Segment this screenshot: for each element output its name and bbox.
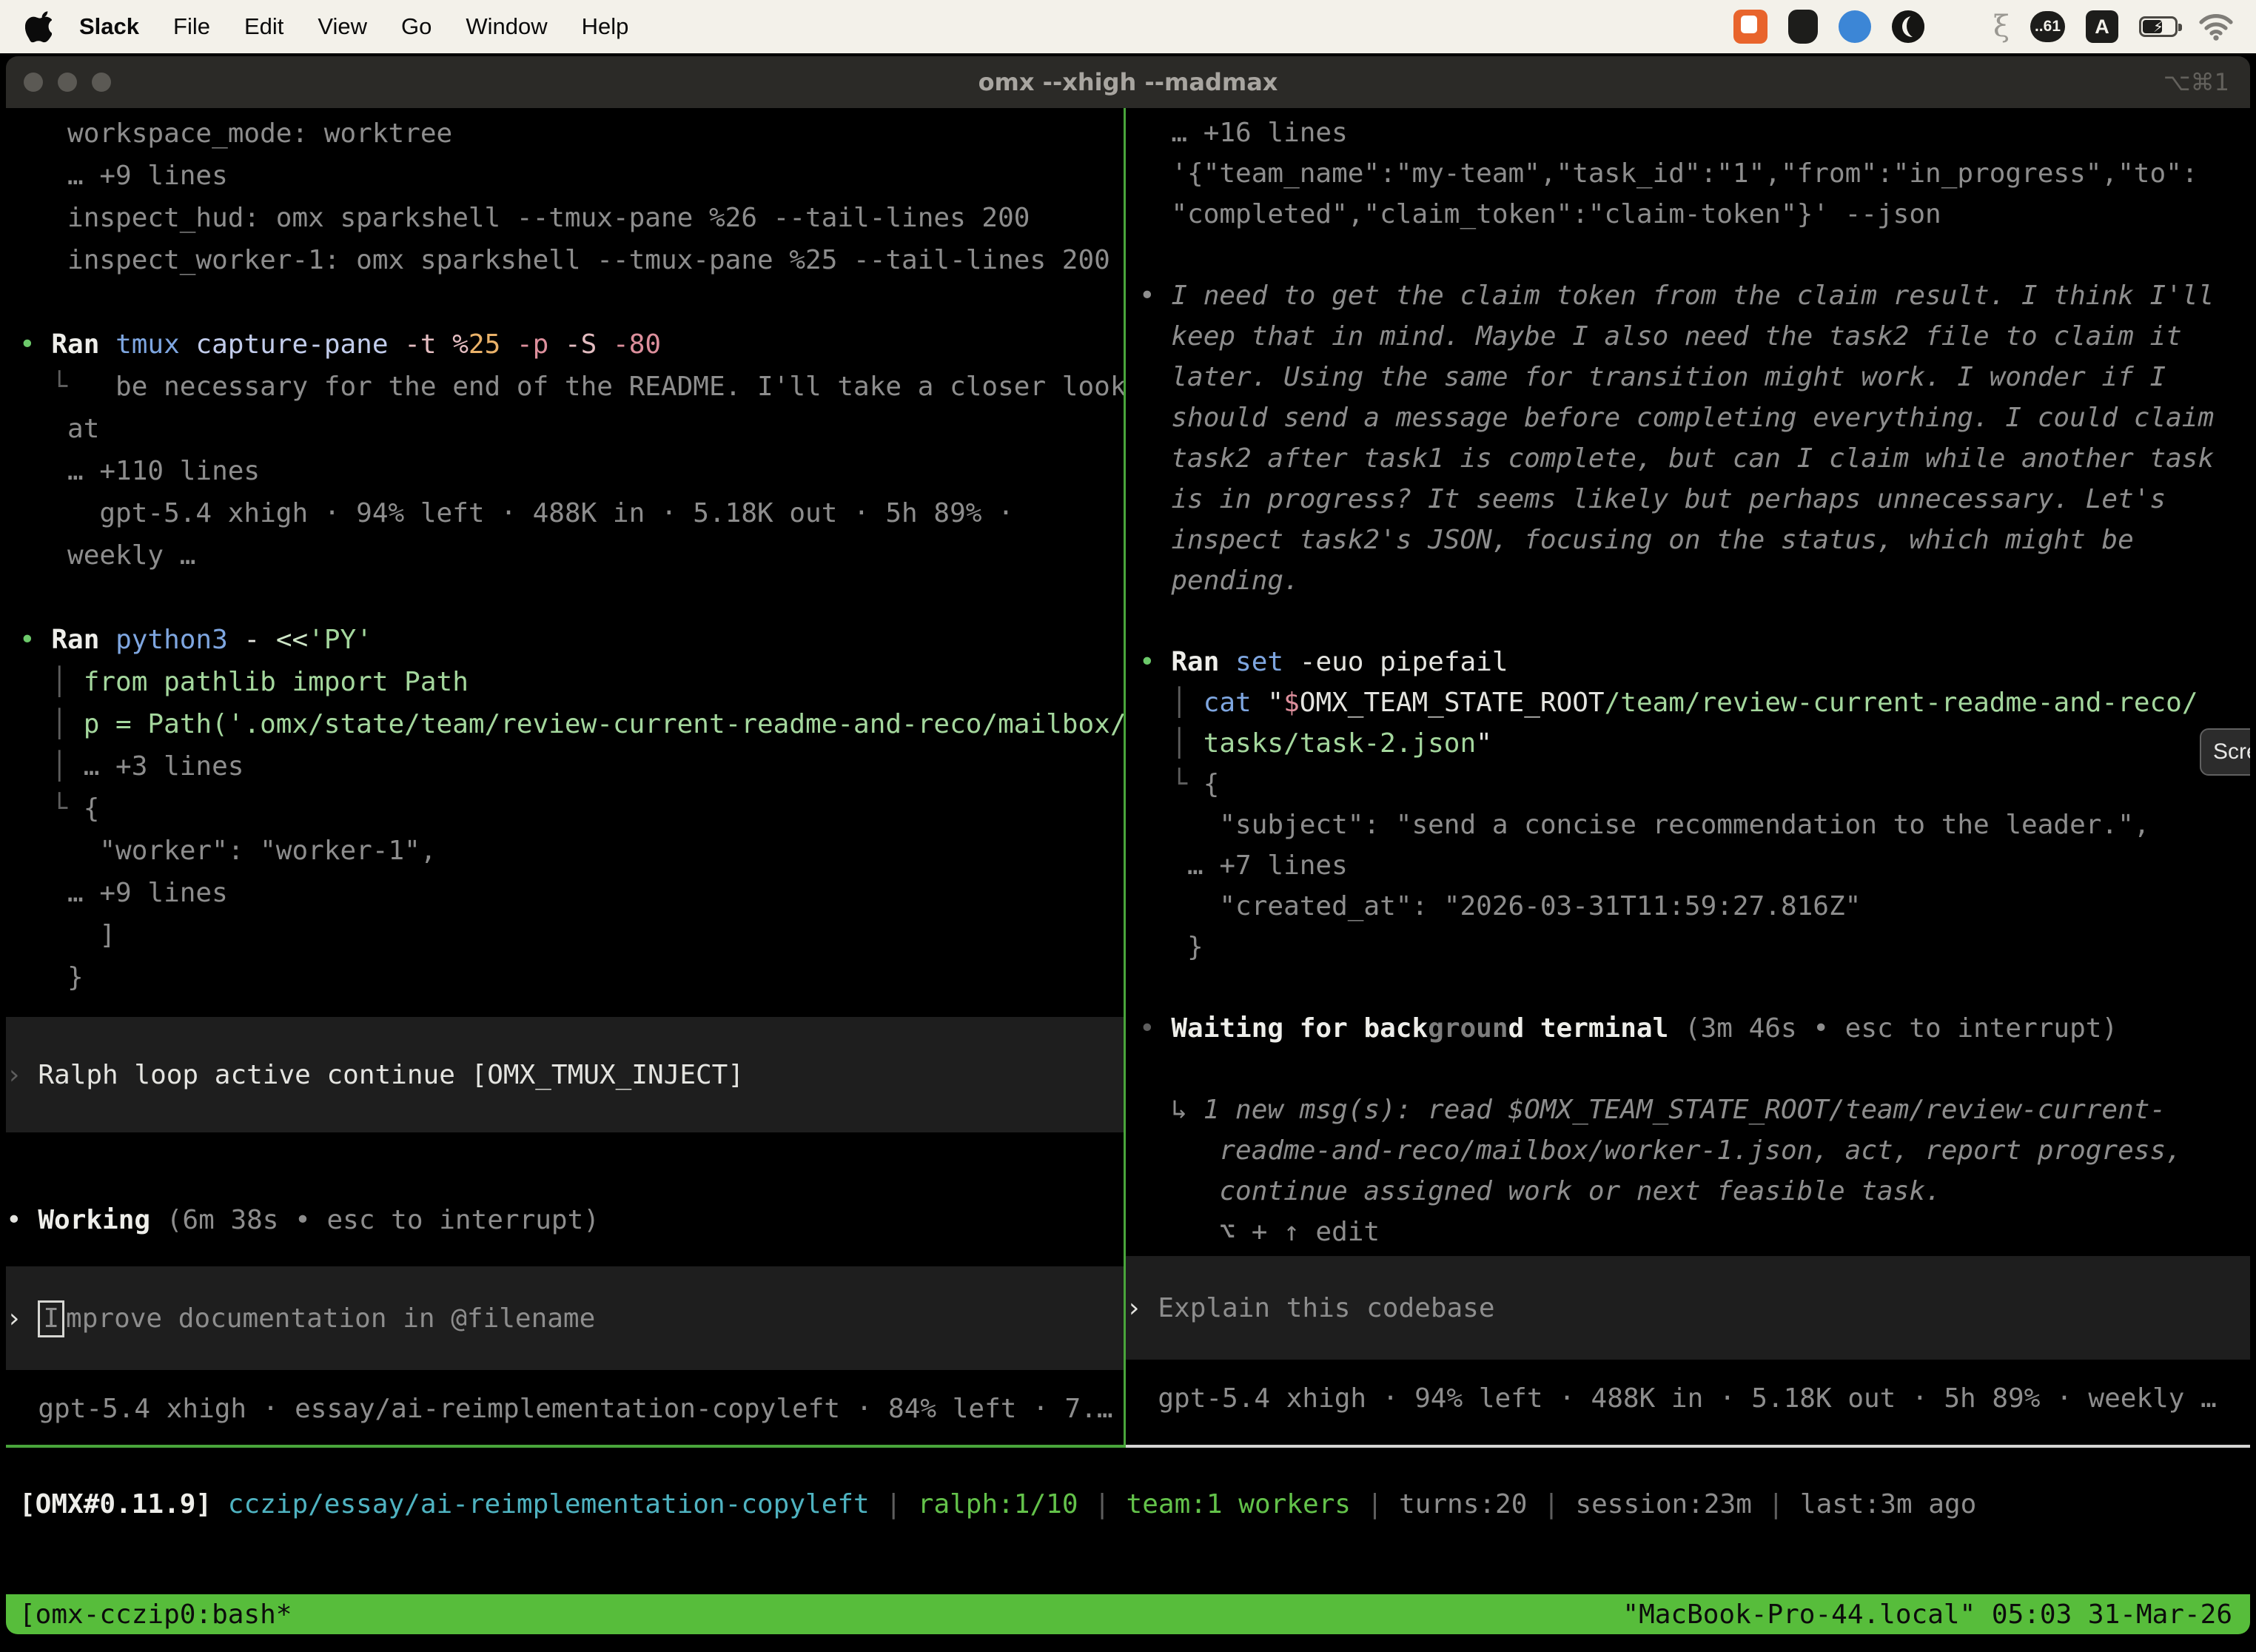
- menu-bar: SlackFileEditViewGoWindowHelp ξ ..61 A ⚡: [0, 0, 2256, 53]
- terminal-line: continue assigned work or next feasible …: [1139, 1171, 2250, 1212]
- badge-61-icon[interactable]: ..61: [2030, 11, 2065, 42]
- terminal-line: is in progress? It seems likely but perh…: [1139, 479, 2250, 520]
- menu-item-window[interactable]: Window: [449, 13, 564, 40]
- terminal-line: ]: [19, 914, 1124, 956]
- terminal-line: … +7 lines: [1139, 845, 2250, 886]
- right-prompt-input: › Explain this codebase: [1126, 1287, 1495, 1329]
- terminal-line: task2 after task1 is complete, but can I…: [1139, 438, 2250, 479]
- menu-item-slack[interactable]: Slack: [62, 13, 156, 40]
- terminal-line: • Waiting for background terminal (3m 46…: [1139, 1008, 2250, 1049]
- left-terminal-pane[interactable]: workspace_mode: worktree … +9 lines insp…: [6, 108, 1124, 1445]
- terminal-line: [1139, 1049, 2250, 1089]
- screen-tooltip-popup: Scre: [2200, 728, 2250, 776]
- terminal-line: }: [19, 956, 1124, 998]
- left-prompt-box[interactable]: › Improve documentation in @filename: [6, 1266, 1124, 1370]
- terminal-line: at: [19, 408, 1124, 450]
- horizontal-divider: [6, 1445, 2250, 1448]
- left-prompt-input: › Improve documentation in @filename: [6, 1297, 595, 1340]
- tmux-status-bar[interactable]: [omx-cczip0:bash* "MacBook-Pro-44.local"…: [6, 1594, 2250, 1634]
- terminal-line: [1139, 601, 2250, 642]
- tmux-host-clock: "MacBook-Pro-44.local" 05:03 31-Mar-26: [1622, 1599, 2232, 1630]
- terminal-line: "subject": "send a concise recommendatio…: [1139, 805, 2250, 845]
- terminal-line: keep that in mind. Maybe I also need the…: [1139, 316, 2250, 357]
- apple-menu-icon[interactable]: [25, 10, 52, 43]
- terminal-line: … +9 lines: [19, 155, 1124, 197]
- left-model-statusline: gpt-5.4 xhigh · essay/ai-reimplementatio…: [6, 1388, 1124, 1430]
- terminal-line: "created_at": "2026-03-31T11:59:27.816Z": [1139, 886, 2250, 927]
- chat-app-icon[interactable]: [1733, 10, 1767, 44]
- dots-grid-icon[interactable]: [1945, 10, 1973, 44]
- inject-banner: › Ralph loop active continue [OMX_TMUX_I…: [6, 1017, 1124, 1132]
- terminal-line: gpt-5.4 xhigh · 94% left · 488K in · 5.1…: [19, 492, 1124, 534]
- terminal-line: should send a message before completing …: [1139, 397, 2250, 438]
- right-transcript: … +16 lines '{"team_name":"my-team","tas…: [1126, 108, 2250, 1256]
- terminal-line: ⌥ + ↑ edit: [1139, 1212, 2250, 1252]
- terminal-line: [1139, 967, 2250, 1008]
- terminal-line: │ tasks/task-2.json": [1139, 723, 2250, 764]
- omx-statusline: [OMX#0.11.9] cczip/essay/ai-reimplementa…: [6, 1448, 2250, 1594]
- right-model-statusline: gpt-5.4 xhigh · 94% left · 488K in · 5.1…: [1126, 1377, 2250, 1420]
- text-cursor: I: [38, 1300, 64, 1337]
- terminal-line: • I need to get the claim token from the…: [1139, 275, 2250, 316]
- menu-item-view[interactable]: View: [301, 13, 384, 40]
- terminal-line: inspect_hud: omx sparkshell --tmux-pane …: [19, 197, 1124, 239]
- tmux-session-label: [omx-cczip0:bash*: [19, 1599, 292, 1630]
- terminal-line: … +16 lines: [1139, 113, 2250, 153]
- wifi-icon[interactable]: [2198, 10, 2234, 44]
- terminal-line: [1139, 235, 2250, 275]
- bolt-circle-icon[interactable]: [1839, 10, 1871, 43]
- terminal-line: "worker": "worker-1",: [19, 830, 1124, 872]
- dragon-icon[interactable]: ξ: [1993, 10, 2010, 44]
- menu-item-go[interactable]: Go: [384, 13, 449, 40]
- crescent-circle-icon[interactable]: [1892, 10, 1924, 43]
- terminal-line: [19, 577, 1124, 619]
- terminal-line: └ be necessary for the end of the README…: [19, 366, 1124, 408]
- shield-grid-icon[interactable]: [1788, 10, 1818, 44]
- terminal-line: • Ran tmux capture-pane -t %25 -p -S -80: [19, 323, 1124, 366]
- terminal-line: └ {: [1139, 764, 2250, 805]
- terminal-line: '{"team_name":"my-team","task_id":"1","f…: [1139, 153, 2250, 194]
- right-terminal-pane[interactable]: … +16 lines '{"team_name":"my-team","tas…: [1126, 108, 2250, 1445]
- terminal-line: weekly …: [19, 534, 1124, 577]
- terminal-line: … +9 lines: [19, 872, 1124, 914]
- terminal-line: └ {: [19, 788, 1124, 830]
- menu-item-edit[interactable]: Edit: [227, 13, 301, 40]
- terminal-line: │ cat "$OMX_TEAM_STATE_ROOT/team/review-…: [1139, 682, 2250, 723]
- terminal-line: … +110 lines: [19, 450, 1124, 492]
- window-titlebar: omx --xhigh --madmax ⌥⌘1: [6, 56, 2250, 108]
- terminal-line: [19, 281, 1124, 323]
- status-tray: ξ ..61 A ⚡: [1733, 10, 2234, 44]
- menu-item-help[interactable]: Help: [565, 13, 646, 40]
- terminal-line: │ from pathlib import Path: [19, 661, 1124, 703]
- left-transcript: workspace_mode: worktree … +9 lines insp…: [6, 108, 1124, 1017]
- terminal-line: later. Using the same for transition mig…: [1139, 357, 2250, 397]
- menu-item-file[interactable]: File: [156, 13, 227, 40]
- menu-items: SlackFileEditViewGoWindowHelp: [62, 13, 645, 40]
- terminal-line: pending.: [1139, 560, 2250, 601]
- terminal-line: "completed","claim_token":"claim-token"}…: [1139, 194, 2250, 235]
- terminal-window: workspace_mode: worktree … +9 lines insp…: [6, 108, 2250, 1634]
- working-status: • Working (6m 38s • esc to interrupt): [6, 1199, 1124, 1241]
- window-title: omx --xhigh --madmax: [6, 68, 2250, 96]
- terminal-line: workspace_mode: worktree: [19, 113, 1124, 155]
- terminal-line: readme-and-reco/mailbox/worker-1.json, a…: [1139, 1130, 2250, 1171]
- terminal-line: │ … +3 lines: [19, 745, 1124, 788]
- terminal-line: • Ran set -euo pipefail: [1139, 642, 2250, 682]
- input-source-icon[interactable]: A: [2086, 10, 2118, 43]
- terminal-line: inspect task2's JSON, focusing on the st…: [1139, 520, 2250, 560]
- terminal-line: │ p = Path('.omx/state/team/review-curre…: [19, 703, 1124, 745]
- terminal-line: ↳ 1 new msg(s): read $OMX_TEAM_STATE_ROO…: [1139, 1089, 2250, 1130]
- terminal-line: }: [1139, 927, 2250, 967]
- terminal-line: • Ran python3 - <<'PY': [19, 619, 1124, 661]
- battery-icon[interactable]: ⚡: [2139, 16, 2178, 37]
- terminal-line: inspect_worker-1: omx sparkshell --tmux-…: [19, 239, 1124, 281]
- right-prompt-box[interactable]: › Explain this codebase: [1126, 1256, 2250, 1360]
